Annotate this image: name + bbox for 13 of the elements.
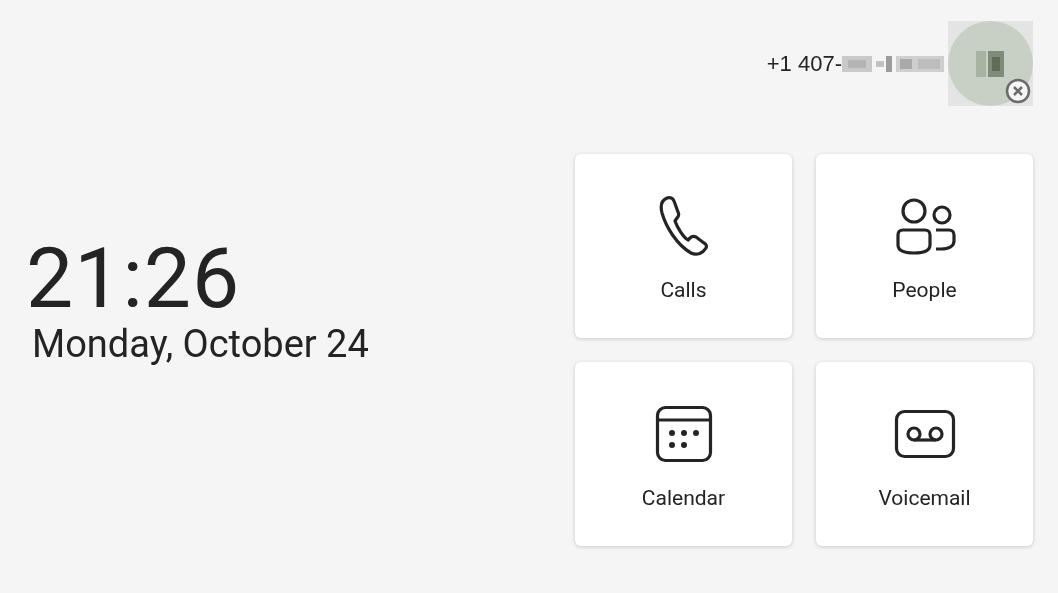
calls-tile[interactable]: Calls [575, 154, 792, 338]
calendar-tile[interactable]: Calendar [575, 362, 792, 546]
redacted-initials-drawing [976, 51, 1004, 77]
voicemail-icon [893, 409, 956, 459]
phone-icon [658, 195, 709, 257]
phone-number: +1 407- [766, 50, 842, 77]
clock-time: 21:26 [26, 234, 241, 324]
people-icon [893, 197, 956, 255]
calendar-icon [654, 405, 713, 463]
voicemail-tile[interactable]: Voicemail [816, 362, 1033, 546]
avatar[interactable] [948, 21, 1033, 106]
clock-date: Monday, October 24 [31, 321, 369, 368]
people-tile[interactable]: People [816, 154, 1033, 338]
